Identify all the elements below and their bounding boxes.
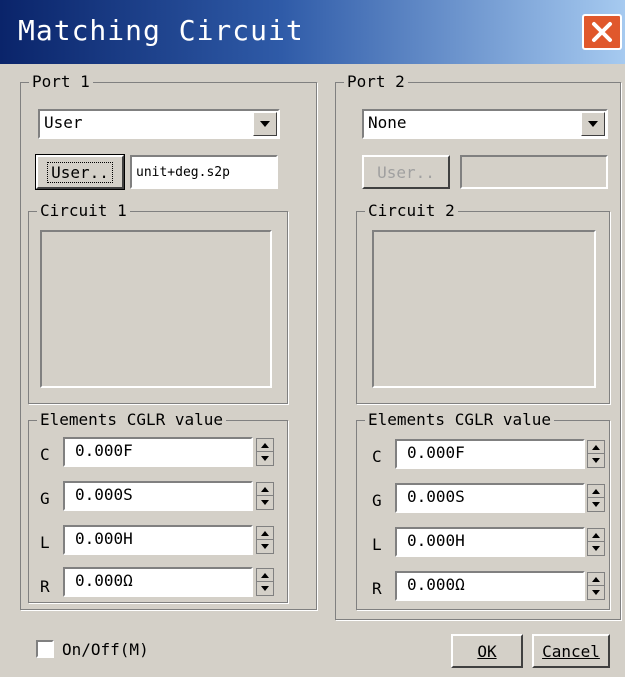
port1-element-r-spinner[interactable] bbox=[256, 568, 274, 596]
circuit1-view[interactable] bbox=[40, 230, 272, 388]
port2-select[interactable]: None bbox=[362, 109, 608, 139]
port2-element-c-input[interactable]: 0.000F bbox=[395, 439, 585, 469]
port1-dropdown-button[interactable] bbox=[253, 112, 277, 136]
port1-element-c-spinner[interactable] bbox=[256, 438, 274, 466]
spin-down-icon[interactable] bbox=[257, 496, 273, 509]
port2-element-c-label: C bbox=[372, 447, 382, 466]
spin-up-icon[interactable] bbox=[588, 529, 604, 542]
elements2-label: Elements CGLR value bbox=[365, 410, 555, 430]
elements1-label: Elements CGLR value bbox=[37, 410, 227, 430]
spin-down-icon[interactable] bbox=[588, 454, 604, 467]
port1-element-c-label: C bbox=[40, 445, 50, 464]
port1-element-c-input[interactable]: 0.000F bbox=[63, 437, 253, 467]
spin-down-icon[interactable] bbox=[588, 586, 604, 599]
port1-selected-value: User bbox=[44, 113, 83, 132]
ok-button-label: OK bbox=[477, 641, 497, 661]
port1-element-l-label: L bbox=[40, 533, 50, 552]
spin-up-icon[interactable] bbox=[257, 483, 273, 496]
cancel-button[interactable]: Cancel bbox=[532, 634, 610, 668]
port2-element-l-spinner[interactable] bbox=[587, 528, 605, 556]
port1-element-g-label: G bbox=[40, 489, 50, 508]
port2-file-field[interactable] bbox=[460, 155, 608, 189]
port1-user-button[interactable]: User.. bbox=[35, 154, 125, 190]
port1-element-r-input[interactable]: 0.000Ω bbox=[63, 567, 253, 597]
circuit2-view[interactable] bbox=[372, 230, 596, 388]
circuit1-label: Circuit 1 bbox=[37, 201, 130, 221]
port1-element-l-input[interactable]: 0.000H bbox=[63, 525, 253, 555]
port2-user-button[interactable]: User.. bbox=[362, 155, 450, 189]
spin-up-icon[interactable] bbox=[257, 527, 273, 540]
circuit2-label: Circuit 2 bbox=[365, 201, 458, 221]
close-icon bbox=[591, 21, 613, 43]
spin-up-icon[interactable] bbox=[588, 441, 604, 454]
title-bar[interactable]: Matching Circuit bbox=[0, 0, 625, 64]
onoff-label[interactable]: On/Off(M) bbox=[62, 640, 149, 659]
port2-element-r-label: R bbox=[372, 579, 382, 598]
cancel-button-label: Cancel bbox=[542, 641, 600, 661]
spin-up-icon[interactable] bbox=[588, 485, 604, 498]
port1-user-button-label: User.. bbox=[47, 161, 113, 183]
port1-element-g-spinner[interactable] bbox=[256, 482, 274, 510]
port2-element-r-spinner[interactable] bbox=[587, 572, 605, 600]
spin-down-icon[interactable] bbox=[588, 542, 604, 555]
onoff-checkbox[interactable] bbox=[36, 640, 54, 658]
port1-file-text: unit+deg.s2p bbox=[136, 164, 230, 180]
spin-down-icon[interactable] bbox=[257, 540, 273, 553]
chevron-down-icon bbox=[260, 121, 270, 127]
port2-label: Port 2 bbox=[344, 72, 408, 92]
window-title: Matching Circuit bbox=[18, 14, 304, 47]
port1-file-field[interactable]: unit+deg.s2p bbox=[130, 155, 278, 189]
port1-element-l-spinner[interactable] bbox=[256, 526, 274, 554]
port2-selected-value: None bbox=[368, 113, 407, 132]
port2-element-g-label: G bbox=[372, 491, 382, 510]
port1-select[interactable]: User bbox=[38, 109, 280, 139]
port2-user-button-label: User.. bbox=[377, 162, 435, 182]
spin-up-icon[interactable] bbox=[257, 569, 273, 582]
port2-element-g-input[interactable]: 0.000S bbox=[395, 483, 585, 513]
ok-button[interactable]: OK bbox=[451, 634, 523, 668]
close-button[interactable] bbox=[582, 14, 622, 50]
port2-element-c-spinner[interactable] bbox=[587, 440, 605, 468]
chevron-down-icon bbox=[588, 121, 598, 127]
port2-element-r-input[interactable]: 0.000Ω bbox=[395, 571, 585, 601]
port2-element-l-input[interactable]: 0.000H bbox=[395, 527, 585, 557]
port2-element-g-spinner[interactable] bbox=[587, 484, 605, 512]
spin-down-icon[interactable] bbox=[257, 452, 273, 465]
port2-dropdown-button[interactable] bbox=[581, 112, 605, 136]
spin-up-icon[interactable] bbox=[588, 573, 604, 586]
spin-down-icon[interactable] bbox=[588, 498, 604, 511]
port1-label: Port 1 bbox=[29, 72, 93, 92]
spin-up-icon[interactable] bbox=[257, 439, 273, 452]
spin-down-icon[interactable] bbox=[257, 582, 273, 595]
port1-element-g-input[interactable]: 0.000S bbox=[63, 481, 253, 511]
port2-element-l-label: L bbox=[372, 535, 382, 554]
port1-element-r-label: R bbox=[40, 577, 50, 596]
